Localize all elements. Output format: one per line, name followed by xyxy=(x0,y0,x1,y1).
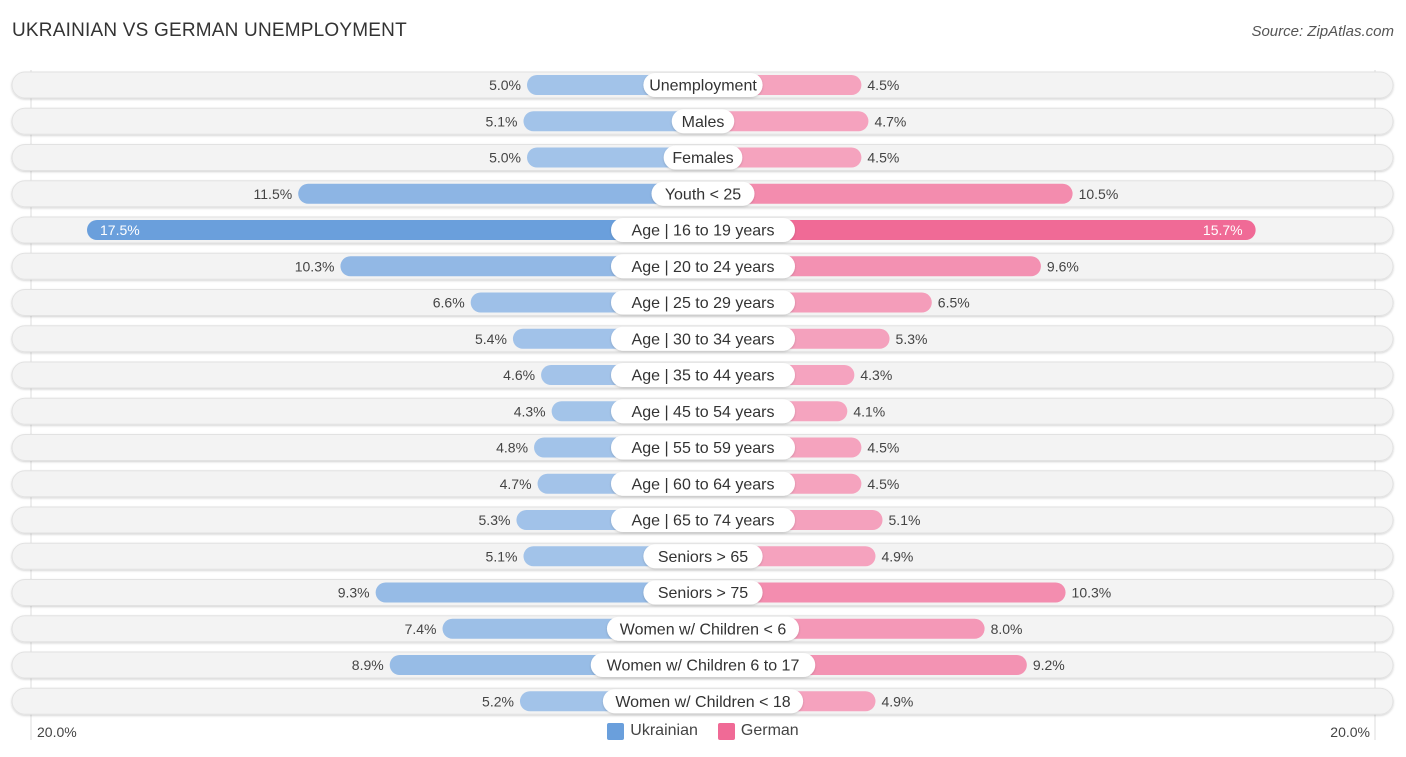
value-label-german: 4.3% xyxy=(860,367,892,383)
category-label: Age | 45 to 54 years xyxy=(632,404,775,421)
table-row: 5.3% 5.1% Age | 65 to 74 years xyxy=(11,506,1394,534)
table-row: 7.4% 8.0% Women w/ Children < 6 xyxy=(11,615,1394,643)
legend: Ukrainian German xyxy=(0,722,1406,740)
value-label-german: 10.5% xyxy=(1079,186,1119,202)
category-label: Seniors > 65 xyxy=(658,549,748,566)
value-label-german: 4.5% xyxy=(867,150,899,166)
category-label: Seniors > 75 xyxy=(658,585,748,602)
table-row: 4.8% 4.5% Age | 55 to 59 years xyxy=(11,434,1394,461)
category-label: Males xyxy=(682,114,725,131)
table-row: 5.0% 4.5% Females xyxy=(11,144,1394,171)
category-label: Age | 20 to 24 years xyxy=(632,259,775,276)
value-label-german: 4.9% xyxy=(881,548,913,564)
legend-item-german[interactable]: German xyxy=(717,722,799,740)
table-row: 17.5% 15.7% Age | 16 to 19 years xyxy=(11,216,1394,244)
value-label-german: 5.1% xyxy=(889,512,921,528)
legend-label-german: German xyxy=(740,722,799,739)
legend-item-ukrainian[interactable]: Ukrainian xyxy=(607,722,698,740)
value-label-ukrainian: 9.3% xyxy=(338,585,370,601)
value-label-german: 8.0% xyxy=(991,621,1023,637)
category-label: Age | 25 to 29 years xyxy=(632,295,775,312)
legend-swatch-german xyxy=(717,722,735,740)
value-label-ukrainian: 11.5% xyxy=(254,186,293,202)
value-label-ukrainian: 5.0% xyxy=(489,150,521,166)
chart-svg: 5.0% 4.5% Unemployment 5.1% 4.7% Males 5.0% 4.5… xyxy=(11,70,1394,740)
bar-german xyxy=(703,183,1073,204)
category-label: Age | 16 to 19 years xyxy=(632,223,775,240)
value-label-german: 6.5% xyxy=(938,295,970,311)
category-label: Women w/ Children < 6 xyxy=(620,621,787,638)
table-row: 5.4% 5.3% Age | 30 to 34 years xyxy=(11,325,1394,353)
value-label-ukrainian: 4.3% xyxy=(514,403,546,419)
table-row: 5.1% 4.7% Males xyxy=(11,107,1394,135)
category-label: Age | 30 to 34 years xyxy=(632,331,775,348)
category-label: Age | 35 to 44 years xyxy=(632,368,775,385)
value-label-german: 4.1% xyxy=(853,403,885,419)
value-label-ukrainian: 17.5% xyxy=(100,222,140,238)
value-label-german: 4.5% xyxy=(867,440,899,456)
category-label: Youth < 25 xyxy=(665,186,741,203)
category-label: Women w/ Children < 18 xyxy=(615,694,790,711)
value-label-ukrainian: 5.4% xyxy=(475,331,507,347)
bar-ukrainian xyxy=(298,183,703,204)
table-row: 5.1% 4.9% Seniors > 65 xyxy=(11,542,1394,570)
value-label-ukrainian: 4.6% xyxy=(503,367,535,383)
value-label-german: 4.9% xyxy=(881,693,913,709)
category-label: Unemployment xyxy=(649,78,757,95)
value-label-german: 5.3% xyxy=(896,331,928,347)
table-row: 5.2% 4.9% Women w/ Children < 18 xyxy=(11,687,1394,715)
value-label-german: 4.7% xyxy=(874,113,906,129)
category-label: Women w/ Children 6 to 17 xyxy=(607,658,800,675)
table-row: 4.6% 4.3% Age | 35 to 44 years xyxy=(11,361,1394,389)
value-label-german: 15.7% xyxy=(1203,222,1243,238)
value-label-ukrainian: 7.4% xyxy=(405,621,437,637)
legend-label-ukrainian: Ukrainian xyxy=(630,722,698,739)
value-label-ukrainian: 4.7% xyxy=(500,476,532,492)
category-label: Age | 55 to 59 years xyxy=(632,440,775,457)
table-row: 5.0% 4.5% Unemployment xyxy=(11,71,1394,99)
table-row: 10.3% 9.6% Age | 20 to 24 years xyxy=(11,252,1394,280)
value-label-ukrainian: 5.0% xyxy=(489,77,521,93)
legend-swatch-ukrainian xyxy=(607,722,625,740)
value-label-german: 4.5% xyxy=(867,77,899,93)
category-label: Age | 65 to 74 years xyxy=(632,513,775,530)
category-label: Females xyxy=(672,150,733,167)
value-label-ukrainian: 6.6% xyxy=(433,295,465,311)
value-label-ukrainian: 5.1% xyxy=(486,113,518,129)
value-label-ukrainian: 4.8% xyxy=(496,440,528,456)
category-label: Age | 60 to 64 years xyxy=(632,476,775,493)
table-row: 6.6% 6.5% Age | 25 to 29 years xyxy=(11,289,1394,316)
value-label-ukrainian: 8.9% xyxy=(352,657,384,673)
table-row: 4.3% 4.1% Age | 45 to 54 years xyxy=(11,397,1394,425)
value-label-german: 9.6% xyxy=(1047,258,1079,274)
value-label-ukrainian: 10.3% xyxy=(295,258,335,274)
table-row: 9.3% 10.3% Seniors > 75 xyxy=(11,579,1394,606)
value-label-ukrainian: 5.2% xyxy=(482,693,514,709)
value-label-german: 4.5% xyxy=(867,476,899,492)
value-label-ukrainian: 5.3% xyxy=(479,512,511,528)
table-row: 8.9% 9.2% Women w/ Children 6 to 17 xyxy=(11,651,1394,679)
table-row: 11.5% 10.5% Youth < 25 xyxy=(11,180,1394,208)
value-label-german: 9.2% xyxy=(1033,657,1065,673)
bar-ukrainian xyxy=(87,220,703,240)
value-label-ukrainian: 5.1% xyxy=(486,548,518,564)
value-label-german: 10.3% xyxy=(1072,585,1112,601)
table-row: 4.7% 4.5% Age | 60 to 64 years xyxy=(11,470,1394,498)
